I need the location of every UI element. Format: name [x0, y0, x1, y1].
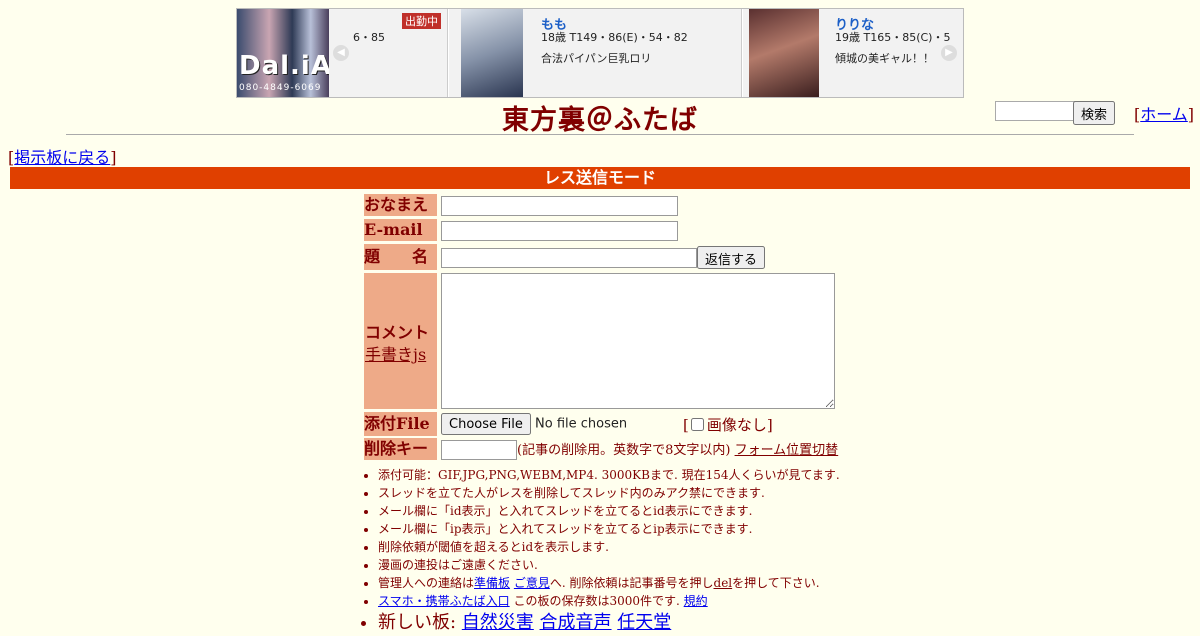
delete-key-label: 削除キー: [364, 438, 437, 460]
bracket: ]: [110, 148, 117, 167]
del-link[interactable]: del: [714, 576, 733, 590]
rule-text: を押して下さい.: [732, 576, 820, 590]
delete-key-note: (記事の削除用。英数字で8文字以内): [517, 443, 731, 458]
ad-card[interactable]: もも 18歳 T149・86(E)・54・82 合法パイパン巨乳ロリ: [449, 9, 742, 97]
name-label: おなまえ: [364, 194, 437, 216]
submit-reply-button[interactable]: 返信する: [697, 246, 766, 269]
bracket: [: [683, 416, 689, 434]
subject-label: 題 名: [364, 244, 437, 270]
ad-card-desc: 傾城の美ギャル！！: [835, 52, 934, 65]
bracket: ]: [766, 416, 773, 434]
list-item: スマホ・携帯ふたば入口 この板の保存数は3000件です. 規約: [378, 592, 840, 610]
no-image-label: 画像なし: [706, 416, 767, 434]
back-to-board-link[interactable]: 掲示板に戻る: [14, 148, 110, 167]
no-image-option: [ 画像なし]: [683, 414, 773, 435]
comment-label-cell: コメント 手書きjs: [364, 273, 437, 409]
ad-logo-image[interactable]: Dal.iA 080-4849-6069: [237, 9, 332, 97]
ad-logo-text: Dal.iA: [239, 51, 332, 81]
no-image-checkbox[interactable]: [690, 418, 704, 431]
email-field[interactable]: [441, 220, 678, 241]
back-nav: [掲示板に戻る]: [8, 144, 117, 168]
rule-text: へ. 削除依頼は記事番号を押し: [549, 576, 714, 590]
list-item: 添付可能：GIF,JPG,PNG,WEBM,MP4. 3000KBまで. 現在1…: [378, 466, 840, 484]
prep-board-link[interactable]: 準備板: [474, 576, 510, 590]
rule-text: 管理人への連絡は: [378, 576, 475, 590]
ad-logo-phone: 080-4849-6069: [239, 83, 322, 93]
home-nav: [ホーム]: [1134, 101, 1194, 125]
rule-text: この板の保存数は3000件です.: [509, 594, 680, 608]
name-field[interactable]: [441, 195, 678, 216]
home-link[interactable]: ホーム: [1140, 105, 1188, 124]
comment-label: コメント: [365, 323, 430, 342]
list-item: 漫画の連投はご遠慮ください.: [378, 556, 840, 574]
delete-key-field[interactable]: [441, 439, 517, 460]
chevron-left-icon[interactable]: ◀: [333, 45, 349, 61]
feedback-link[interactable]: ご意見: [514, 576, 550, 590]
bracket: ]: [1187, 105, 1195, 124]
ad-card-spec: 6・85: [353, 31, 385, 44]
mobile-entry-link[interactable]: スマホ・携帯ふたば入口: [378, 594, 510, 608]
ad-card-spec: 18歳 T149・86(E)・54・82: [541, 31, 688, 44]
tegaki-link[interactable]: 手書きjs: [365, 341, 426, 365]
divider: [66, 134, 1134, 135]
ad-banner[interactable]: Dal.iA 080-4849-6069 出勤中 6・85 ◀ もも 18歳 T…: [236, 8, 964, 98]
subject-field[interactable]: [441, 247, 697, 268]
list-item: メール欄に「id表示」と入れてスレッドを立てるとid表示にできます.: [378, 502, 840, 520]
list-item: 削除依頼が閾値を超えるとidを表示します.: [378, 538, 840, 556]
list-item: 管理人への連絡は準備板 ご意見へ. 削除依頼は記事番号を押しdelを押して下さい…: [378, 574, 840, 592]
search-input[interactable]: [995, 101, 1075, 121]
ad-card[interactable]: りりな 19歳 T165・85(C)・5 傾城の美ギャル！！: [743, 9, 963, 97]
file-label: 添付File: [364, 412, 437, 436]
ad-card-photo[interactable]: [749, 9, 819, 97]
form-position-toggle-link[interactable]: フォーム位置切替: [735, 443, 839, 458]
list-item: スレッドを立てた人がレスを削除してスレッド内のみアク禁にできます.: [378, 484, 840, 502]
terms-link[interactable]: 規約: [684, 594, 708, 608]
reply-mode-banner: レス送信モード: [10, 167, 1190, 189]
ad-status-badge: 出勤中: [402, 13, 441, 29]
ad-card-desc: 合法パイパン巨乳ロリ: [541, 52, 652, 65]
comment-textarea[interactable]: [441, 273, 835, 409]
search-form: 検索: [995, 101, 1116, 125]
ad-card-photo[interactable]: [461, 9, 523, 97]
ad-card-spec: 19歳 T165・85(C)・5: [835, 31, 951, 44]
file-status: No file chosen: [535, 416, 628, 432]
board-rules-list: 添付可能：GIF,JPG,PNG,WEBM,MP4. 3000KBまで. 現在1…: [360, 466, 840, 636]
list-item: 新しい板: 自然災害 合成音声 任天堂: [378, 610, 840, 636]
search-button[interactable]: 検索: [1073, 101, 1116, 125]
email-label: E-mail: [364, 219, 437, 241]
choose-file-button[interactable]: Choose File: [441, 413, 531, 435]
chevron-right-icon[interactable]: ▶: [941, 45, 957, 61]
list-item: メール欄に「ip表示」と入れてスレッドを立てるとip表示にできます.: [378, 520, 840, 538]
